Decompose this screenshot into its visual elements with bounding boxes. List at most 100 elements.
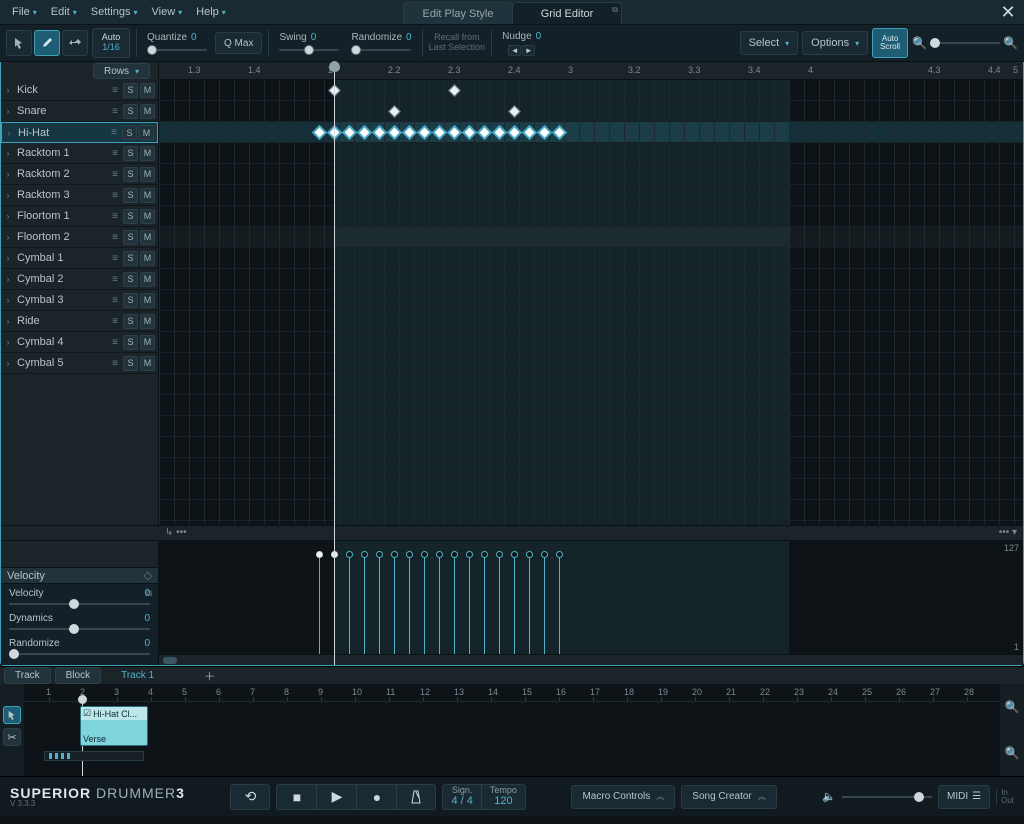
mute-button[interactable]: M bbox=[140, 104, 155, 119]
solo-button[interactable]: S bbox=[123, 230, 138, 245]
track-row-kick[interactable]: ›Kick≡SM bbox=[1, 80, 158, 101]
midi-button[interactable]: MIDI☰ bbox=[938, 785, 990, 809]
zoom-out-icon[interactable]: 🔍 bbox=[912, 36, 927, 50]
close-icon[interactable]: ✕ bbox=[998, 2, 1018, 22]
signature-tempo[interactable]: Sign.4 / 4 Tempo120 bbox=[442, 784, 525, 810]
drag-icon[interactable]: ≡ bbox=[109, 316, 121, 327]
track-row-cymbal-4[interactable]: ›Cymbal 4≡SM bbox=[1, 332, 158, 353]
velocity-bar[interactable] bbox=[349, 555, 350, 654]
velocity-bar[interactable] bbox=[454, 555, 455, 654]
velocity-bar[interactable] bbox=[559, 555, 560, 654]
drag-icon[interactable]: ≡ bbox=[109, 148, 121, 159]
nudge-left[interactable]: ◄ bbox=[508, 45, 521, 56]
drag-icon[interactable]: ≡ bbox=[109, 85, 121, 96]
velocity-bar[interactable] bbox=[469, 555, 470, 654]
track-row-cymbal-2[interactable]: ›Cymbal 2≡SM bbox=[1, 269, 158, 290]
velocity-bar[interactable] bbox=[409, 555, 410, 654]
song-zoom-out-icon[interactable]: 🔍 bbox=[1005, 746, 1020, 760]
solo-button[interactable]: S bbox=[123, 104, 138, 119]
metronome-button[interactable] bbox=[396, 784, 436, 810]
popout-icon[interactable]: ⧉ bbox=[612, 5, 618, 15]
menu-settings[interactable]: Settings▾ bbox=[85, 3, 144, 21]
track-row-floortom-2[interactable]: ›Floortom 2≡SM bbox=[1, 227, 158, 248]
draw-tool[interactable] bbox=[34, 30, 60, 56]
menu-file[interactable]: File▾ bbox=[6, 3, 43, 21]
velocity-bar[interactable] bbox=[319, 555, 320, 654]
expand-icon[interactable]: › bbox=[1, 85, 15, 95]
randomize-slider[interactable] bbox=[351, 45, 411, 55]
mute-button[interactable]: M bbox=[140, 293, 155, 308]
solo-button[interactable]: S bbox=[123, 188, 138, 203]
expand-icon[interactable]: › bbox=[1, 337, 15, 347]
mute-button[interactable]: M bbox=[140, 272, 155, 287]
track-row-ride[interactable]: ›Ride≡SM bbox=[1, 311, 158, 332]
expand-icon[interactable]: › bbox=[1, 316, 15, 326]
expand-icon[interactable]: › bbox=[1, 295, 15, 305]
velocity-bar[interactable] bbox=[484, 555, 485, 654]
drag-icon[interactable]: ≡ bbox=[109, 253, 121, 264]
drag-icon[interactable]: ≡ bbox=[108, 127, 120, 138]
grid-area[interactable]: 1.31.422.22.32.433.23.33.444.34.45 ↳ •••… bbox=[159, 62, 1023, 665]
velocity-bar[interactable] bbox=[544, 555, 545, 654]
song-track-tab[interactable]: Track bbox=[4, 667, 51, 684]
song-cut-tool[interactable]: ✂ bbox=[3, 728, 21, 746]
expand-icon[interactable]: › bbox=[1, 169, 15, 179]
quantize-resolution[interactable]: Auto1/16 bbox=[92, 28, 130, 58]
record-button[interactable]: ● bbox=[356, 784, 396, 810]
updown-icon[interactable]: ◇ bbox=[144, 569, 152, 582]
track-row-cymbal-5[interactable]: ›Cymbal 5≡SM bbox=[1, 353, 158, 374]
solo-button[interactable]: S bbox=[123, 146, 138, 161]
solo-button[interactable]: S bbox=[122, 125, 137, 140]
expand-icon[interactable]: › bbox=[1, 274, 15, 284]
mute-button[interactable]: M bbox=[140, 335, 155, 350]
velocity-bar[interactable] bbox=[394, 555, 395, 654]
play-button[interactable]: ▶ bbox=[316, 784, 356, 810]
midi-clip[interactable]: ☑Hi-Hat Cl... Verse bbox=[80, 706, 148, 746]
clip-checkbox-icon[interactable]: ☑ bbox=[83, 708, 91, 719]
expand-icon[interactable]: › bbox=[1, 358, 15, 368]
mute-button[interactable]: M bbox=[140, 146, 155, 161]
song-pointer-tool[interactable] bbox=[3, 706, 21, 724]
song-grid[interactable]: 1234567891011121314151617181920212223242… bbox=[24, 684, 1000, 776]
solo-button[interactable]: S bbox=[123, 167, 138, 182]
mute-button[interactable]: M bbox=[140, 356, 155, 371]
track-row-hi-hat[interactable]: ›Hi-Hat≡SM bbox=[1, 122, 158, 143]
track-row-racktom-3[interactable]: ›Racktom 3≡SM bbox=[1, 185, 158, 206]
song-creator[interactable]: Song Creator︽ bbox=[681, 785, 776, 809]
song-zoom-in-icon[interactable]: 🔍 bbox=[1005, 700, 1020, 714]
volume-slider[interactable] bbox=[842, 792, 932, 802]
menu-view[interactable]: View▾ bbox=[146, 3, 189, 21]
lane-tool-right[interactable]: ••• ▾ bbox=[999, 527, 1017, 538]
mute-button[interactable]: M bbox=[139, 125, 154, 140]
velocity-bar[interactable] bbox=[529, 555, 530, 654]
drag-icon[interactable]: ≡ bbox=[109, 274, 121, 285]
expand-icon[interactable]: › bbox=[1, 211, 15, 221]
solo-button[interactable]: S bbox=[123, 209, 138, 224]
randomize-slider[interactable] bbox=[9, 649, 150, 659]
loop-button[interactable]: ⟲ bbox=[230, 784, 270, 810]
snap-tool[interactable] bbox=[62, 30, 88, 56]
recall-last-selection[interactable]: Recall fromLast Selection bbox=[429, 33, 486, 53]
zoom-slider[interactable] bbox=[930, 38, 1000, 48]
mute-button[interactable]: M bbox=[140, 251, 155, 266]
solo-button[interactable]: S bbox=[123, 272, 138, 287]
expand-icon[interactable]: › bbox=[1, 106, 15, 116]
pointer-tool[interactable] bbox=[6, 30, 32, 56]
drag-icon[interactable]: ≡ bbox=[109, 232, 121, 243]
velocity-bar[interactable] bbox=[379, 555, 380, 654]
nudge-right[interactable]: ► bbox=[522, 45, 535, 56]
track-row-cymbal-1[interactable]: ›Cymbal 1≡SM bbox=[1, 248, 158, 269]
quantize-slider[interactable] bbox=[147, 45, 207, 55]
solo-button[interactable]: S bbox=[123, 251, 138, 266]
mute-button[interactable]: M bbox=[140, 83, 155, 98]
expand-icon[interactable]: › bbox=[1, 232, 15, 242]
dynamics-slider[interactable] bbox=[9, 624, 150, 634]
drag-icon[interactable]: ≡ bbox=[109, 337, 121, 348]
velocity-bar[interactable] bbox=[364, 555, 365, 654]
drag-icon[interactable]: ≡ bbox=[109, 358, 121, 369]
marker-strip[interactable] bbox=[44, 751, 144, 761]
drag-icon[interactable]: ≡ bbox=[109, 169, 121, 180]
track-label[interactable]: Track 1 bbox=[121, 670, 154, 681]
tab-grid-editor[interactable]: Grid Editor⧉ bbox=[512, 2, 622, 24]
qmax-button[interactable]: Q Max bbox=[215, 32, 262, 54]
